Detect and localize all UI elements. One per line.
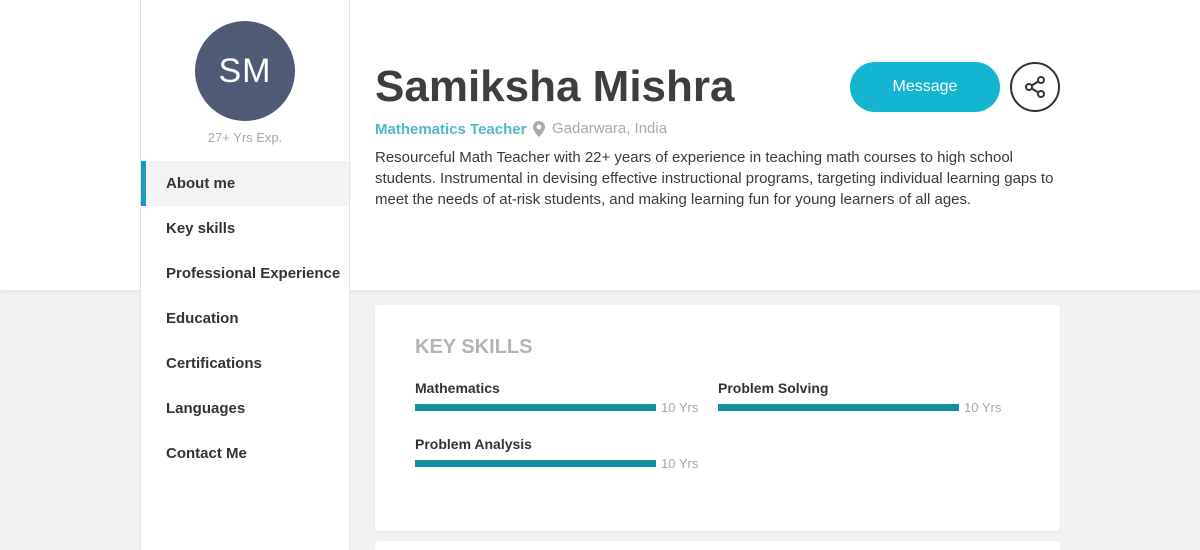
- skill-name: Problem Analysis: [415, 436, 532, 452]
- key-skills-card: KEY SKILLS Mathematics 10 Yrs Problem So…: [375, 305, 1060, 531]
- sidebar: SM 27+ Yrs Exp. About me Key skills Prof…: [140, 0, 350, 550]
- profile-name: Samiksha Mishra: [375, 62, 735, 111]
- skill-item: Problem Analysis 10 Yrs: [415, 436, 705, 471]
- next-section-card: [375, 541, 1060, 550]
- sidebar-item-about-me[interactable]: About me: [141, 161, 349, 206]
- skill-bar: [415, 460, 656, 467]
- share-icon: [1025, 76, 1045, 98]
- skill-years: 10 Yrs: [964, 400, 1002, 415]
- skill-bar: [415, 404, 656, 411]
- sidebar-item-education[interactable]: Education: [141, 296, 349, 341]
- skill-years: 10 Yrs: [661, 400, 699, 415]
- avatar: SM: [195, 21, 295, 121]
- share-button[interactable]: [1010, 62, 1060, 112]
- skill-name: Mathematics: [415, 380, 500, 396]
- sidebar-item-certifications[interactable]: Certifications: [141, 341, 349, 386]
- skill-bar-fill: [718, 404, 959, 411]
- sidebar-item-professional-experience[interactable]: Professional Experience: [141, 251, 349, 296]
- sidebar-item-key-skills[interactable]: Key skills: [141, 206, 349, 251]
- skill-bar-fill: [415, 404, 656, 411]
- skill-years: 10 Yrs: [661, 456, 699, 471]
- message-button[interactable]: Message: [850, 62, 1000, 112]
- skill-item: Mathematics 10 Yrs: [415, 380, 705, 415]
- location-pin-icon: [533, 120, 545, 137]
- experience-label: 27+ Yrs Exp.: [207, 130, 283, 145]
- location-text: Gadarwara, India: [552, 120, 668, 137]
- profile-location: Gadarwara, India: [533, 120, 667, 137]
- skill-bar: [718, 404, 959, 411]
- profile-bio: Resourceful Math Teacher with 22+ years …: [375, 149, 1054, 208]
- sidebar-nav: About me Key skills Professional Experie…: [141, 161, 349, 476]
- sidebar-item-languages[interactable]: Languages: [141, 386, 349, 431]
- sidebar-item-contact-me[interactable]: Contact Me: [141, 431, 349, 476]
- key-skills-title: KEY SKILLS: [415, 336, 533, 358]
- skill-name: Problem Solving: [718, 380, 829, 396]
- skill-bar-fill: [415, 460, 656, 467]
- profile-role: Mathematics Teacher: [375, 121, 527, 138]
- skill-item: Problem Solving 10 Yrs: [718, 380, 1008, 415]
